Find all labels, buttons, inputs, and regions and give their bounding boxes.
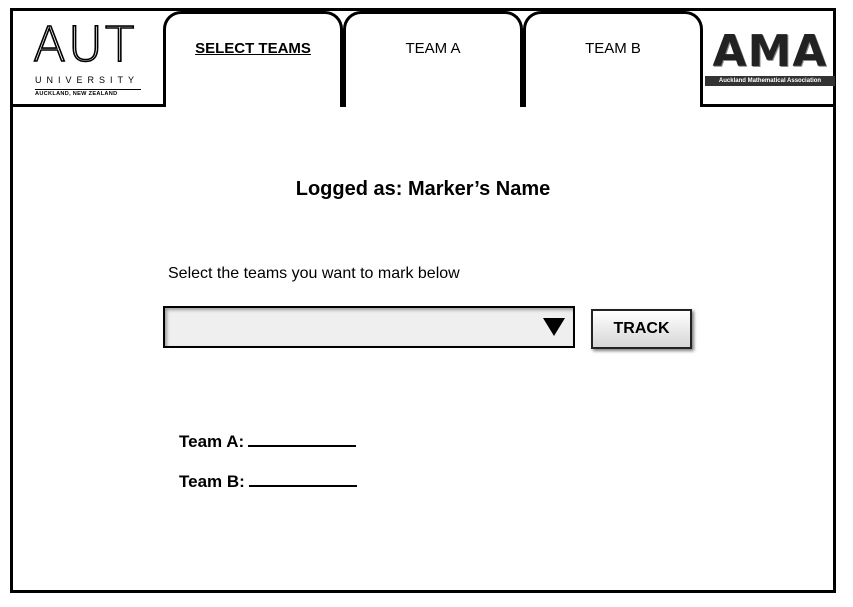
aut-university-logo: AUT UNIVERSITY AUCKLAND, NEW ZEALAND — [21, 17, 161, 101]
aut-logo-university: UNIVERSITY — [35, 75, 140, 85]
team-b-line: Team B: — [179, 471, 357, 492]
team-a-label: Team A: — [179, 432, 245, 451]
team-b-blank — [248, 471, 357, 487]
triangle-down-icon — [543, 318, 565, 336]
team-b-label: Team B: — [179, 472, 245, 491]
aut-logo-letters: AUT — [32, 17, 137, 73]
team-a-blank — [248, 431, 357, 447]
team-a-line: Team A: — [179, 431, 357, 452]
tab-team-a-label: TEAM A — [405, 40, 461, 57]
ama-logo-letters: AMA — [712, 26, 828, 77]
select-teams-instruction: Select the teams you want to mark below — [168, 265, 460, 282]
tab-team-b-label: TEAM B — [585, 40, 641, 57]
track-button[interactable]: TRACK — [591, 309, 692, 349]
tab-team-b[interactable]: TEAM B — [523, 11, 703, 107]
team-select-dropdown[interactable] — [163, 306, 575, 348]
header-bar: AUT UNIVERSITY AUCKLAND, NEW ZEALAND SEL… — [13, 11, 835, 107]
tab-select-teams[interactable]: SELECT TEAMS — [163, 11, 343, 107]
logged-as-heading: Logged as: Marker’s Name — [295, 178, 551, 200]
aut-logo-location: AUCKLAND, NEW ZEALAND — [35, 89, 141, 97]
app-window: AUT UNIVERSITY AUCKLAND, NEW ZEALAND SEL… — [10, 8, 836, 593]
ama-logo: AMA Auckland Mathematical Association — [705, 29, 835, 87]
tab-team-a[interactable]: TEAM A — [343, 11, 523, 107]
tab-select-teams-label: SELECT TEAMS — [195, 40, 311, 57]
ama-logo-subtitle: Auckland Mathematical Association — [705, 76, 835, 86]
